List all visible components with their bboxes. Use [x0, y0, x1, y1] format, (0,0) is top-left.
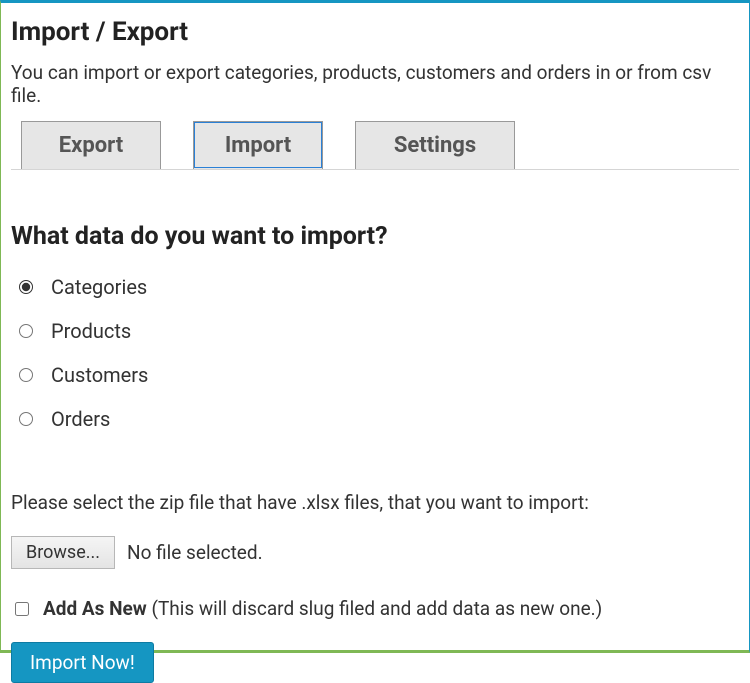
- radio-categories[interactable]: [19, 280, 33, 294]
- list-item: Orders: [19, 407, 739, 431]
- file-status: No file selected.: [127, 541, 263, 564]
- add-as-new-row: Add As New (This will discard slug filed…: [11, 597, 739, 620]
- intro-text: You can import or export categories, pro…: [11, 61, 739, 107]
- add-as-new-checkbox[interactable]: [15, 602, 29, 616]
- radio-label: Products: [51, 319, 131, 343]
- radio-customers[interactable]: [19, 368, 33, 382]
- list-item: Products: [19, 319, 739, 343]
- data-type-list: Categories Products Customers Orders: [11, 275, 739, 431]
- radio-label: Categories: [51, 275, 147, 299]
- file-picker-row: Browse... No file selected.: [11, 536, 739, 569]
- file-instruction: Please select the zip file that have .xl…: [11, 491, 739, 514]
- tab-settings[interactable]: Settings: [355, 121, 515, 169]
- list-item: Categories: [19, 275, 739, 299]
- import-now-button[interactable]: Import Now!: [11, 642, 154, 683]
- tab-export[interactable]: Export: [21, 121, 161, 169]
- page-title: Import / Export: [11, 17, 739, 47]
- add-as-new-label: Add As New: [43, 597, 147, 620]
- radio-orders[interactable]: [19, 412, 33, 426]
- tab-import[interactable]: Import: [193, 121, 323, 169]
- tab-bar: Export Import Settings: [11, 121, 739, 170]
- section-heading: What data do you want to import?: [11, 222, 739, 251]
- add-as-new-desc: (This will discard slug filed and add da…: [147, 597, 603, 620]
- radio-label: Orders: [51, 407, 110, 431]
- list-item: Customers: [19, 363, 739, 387]
- add-as-new-text: Add As New (This will discard slug filed…: [43, 597, 602, 620]
- browse-button[interactable]: Browse...: [11, 536, 115, 569]
- radio-label: Customers: [51, 363, 148, 387]
- radio-products[interactable]: [19, 324, 33, 338]
